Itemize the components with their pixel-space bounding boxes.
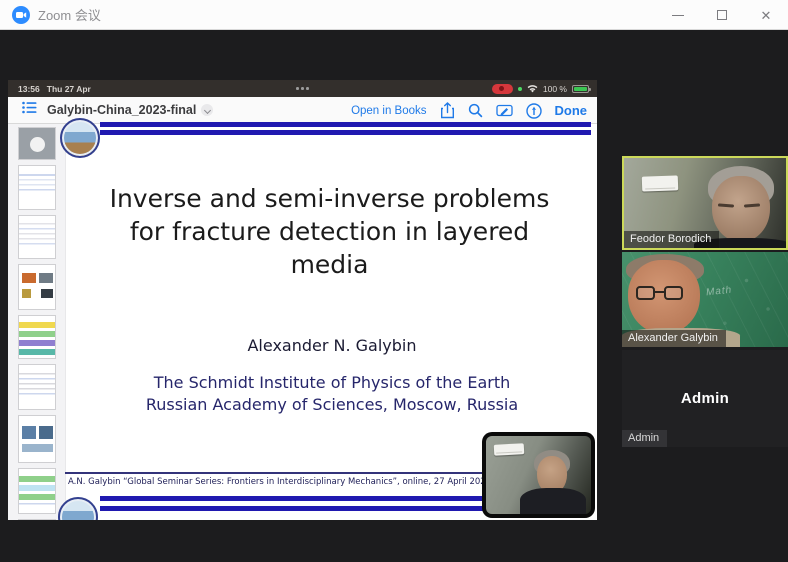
- close-icon: ✕: [761, 9, 772, 22]
- affiliation-line-1: The Schmidt Institute of Physics of the …: [67, 372, 597, 394]
- multitask-indicator[interactable]: [296, 87, 309, 90]
- mic-active-dot: [518, 87, 522, 91]
- page-thumbnail[interactable]: [18, 519, 56, 520]
- battery-icon: [572, 85, 589, 93]
- shared-screen: 13:56 Thu 27 Apr 100 % Galybin-China_2: [8, 80, 597, 520]
- status-time: 13:56: [18, 84, 40, 94]
- pdf-toolbar: Galybin-China_2023-final Open in Books: [8, 97, 597, 124]
- minimize-icon: [672, 15, 684, 16]
- slide-affiliation: The Schmidt Institute of Physics of the …: [67, 372, 597, 416]
- participant-name-label: Feodor Borodich: [624, 231, 719, 249]
- participant-video-admin[interactable]: Admin Admin: [622, 350, 788, 447]
- status-date: Thu 27 Apr: [47, 84, 91, 94]
- air-conditioner: [494, 443, 525, 456]
- document-title-menu[interactable]: Galybin-China_2023-final: [47, 103, 213, 117]
- page-thumbnail[interactable]: [18, 315, 56, 359]
- slide-footer: A.N. Galybin “Global Seminar Series: Fro…: [68, 477, 548, 487]
- slide-title: Inverse and semi-inverse problems for fr…: [72, 182, 587, 281]
- air-conditioner: [642, 175, 679, 191]
- participant-video-alexander-galybin[interactable]: Math Alexander Galybin: [622, 252, 788, 347]
- glasses-bridge: [655, 291, 664, 293]
- maximize-icon: [717, 10, 727, 20]
- open-in-books-button[interactable]: Open in Books: [351, 105, 426, 117]
- document-title: Galybin-China_2023-final: [47, 103, 196, 117]
- slide-rule-line: [100, 122, 591, 127]
- page-thumbnail[interactable]: [18, 127, 56, 160]
- share-icon[interactable]: [440, 102, 455, 119]
- battery-percent: 100 %: [543, 84, 567, 94]
- minimize-button[interactable]: [656, 0, 700, 30]
- search-icon[interactable]: [468, 103, 483, 118]
- presenter-video-overlay[interactable]: [482, 432, 595, 518]
- participant-name-label: Admin: [622, 430, 667, 448]
- presenter-video: [486, 436, 591, 514]
- zoom-meeting-window: Zoom 会议 ✕ 13:56 Thu 27 Apr 100 %: [0, 0, 788, 562]
- ipad-status-bar: 13:56 Thu 27 Apr 100 %: [8, 80, 597, 97]
- markup-icon[interactable]: [496, 103, 513, 118]
- participant-display-name: Admin: [681, 390, 729, 407]
- pencil-circle-icon[interactable]: [526, 103, 542, 119]
- done-button[interactable]: Done: [555, 103, 588, 118]
- page-thumbnail[interactable]: [18, 415, 56, 463]
- page-thumbnail[interactable]: [18, 264, 56, 310]
- slide-author: Alexander N. Galybin: [67, 336, 597, 355]
- page-thumbnail[interactable]: [18, 215, 56, 259]
- wifi-icon: [527, 84, 538, 93]
- footer-rule: [65, 472, 543, 474]
- page-thumbnail[interactable]: [18, 165, 56, 210]
- screen-recording-indicator[interactable]: [492, 84, 513, 94]
- chevron-down-icon: [201, 104, 213, 116]
- page-thumbnail[interactable]: [18, 364, 56, 410]
- affiliation-line-2: Russian Academy of Sciences, Moscow, Rus…: [67, 394, 597, 416]
- thumbnails-sidebar-icon[interactable]: [22, 101, 37, 119]
- maximize-button[interactable]: [700, 0, 744, 30]
- window-title: Zoom 会议: [38, 5, 101, 24]
- participant-face: [712, 176, 770, 242]
- glasses-icon: [664, 286, 683, 300]
- window-titlebar: Zoom 会议 ✕: [0, 0, 788, 30]
- close-button[interactable]: ✕: [744, 0, 788, 30]
- window-controls: ✕: [656, 0, 788, 30]
- glasses-icon: [636, 286, 655, 300]
- page-thumbnail[interactable]: [18, 468, 56, 514]
- slide-rule-line: [100, 130, 591, 135]
- zoom-logo-icon: [12, 6, 30, 24]
- participant-video-feodor-borodich[interactable]: Feodor Borodich: [622, 156, 788, 250]
- page-thumbnail-sidebar: [8, 124, 66, 520]
- institute-logo-top: [60, 118, 100, 158]
- participant-name-label: Alexander Galybin: [622, 330, 726, 348]
- presenter-body: [520, 488, 586, 514]
